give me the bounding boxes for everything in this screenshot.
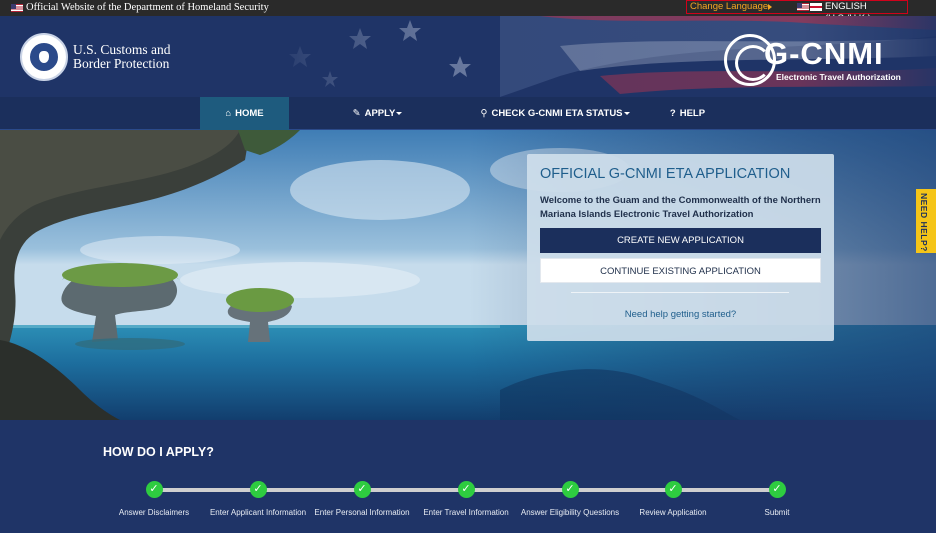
agency-name-line2: Border Protection	[73, 55, 170, 71]
logo-title: G-CNMI	[764, 36, 884, 71]
create-application-button[interactable]: CREATE NEW APPLICATION	[540, 228, 821, 253]
nav-help[interactable]: ? HELP	[655, 97, 720, 130]
step-review-application[interactable]: ✓ Review Application	[623, 481, 723, 519]
cbp-seal-logo[interactable]	[20, 33, 68, 81]
step-label: Enter Applicant Information	[209, 508, 307, 517]
check-circle-icon: ✓	[353, 481, 371, 498]
check-circle-icon: ✓	[768, 481, 786, 498]
nav-check-status[interactable]: ⚲ CHECK G-CNMI ETA STATUS	[470, 97, 640, 130]
nav-help-label: HELP	[679, 108, 706, 119]
step-answer-disclaimers[interactable]: ✓ Answer Disclaimers	[104, 481, 204, 519]
application-card: OFFICIAL G-CNMI ETA APPLICATION Welcome …	[527, 154, 834, 341]
step-label: Answer Eligibility Questions	[520, 508, 620, 517]
caret-down-icon	[623, 111, 630, 115]
nav-home[interactable]: ⌂ HOME	[200, 97, 289, 130]
main-nav: ⌂ HOME ✎ APPLY ⚲ CHECK G-CNMI ETA STATUS ? H…	[0, 97, 936, 130]
need-help-tab[interactable]: NEED HELP?	[916, 189, 936, 253]
how-to-apply-heading: HOW DO I APPLY?	[103, 445, 214, 459]
step-submit[interactable]: ✓ Submit	[727, 481, 827, 519]
nav-check-status-label: CHECK G-CNMI ETA STATUS	[491, 108, 623, 119]
help-getting-started-link[interactable]: Need help getting started?	[540, 309, 821, 320]
welcome-text: Welcome to the Guam and the Commonwealth…	[540, 195, 821, 220]
card-divider	[571, 292, 789, 293]
need-help-label: NEED HELP?	[919, 193, 929, 252]
caret-right-icon	[768, 4, 772, 10]
us-flag-icon	[11, 4, 23, 12]
search-icon: ⚲	[480, 108, 488, 119]
check-circle-icon: ✓	[561, 481, 579, 498]
question-icon: ?	[669, 108, 676, 119]
check-circle-icon: ✓	[145, 481, 163, 498]
step-enter-applicant-information[interactable]: ✓ Enter Applicant Information	[208, 481, 308, 519]
step-label: Enter Travel Information	[423, 508, 509, 517]
agency-name[interactable]: U.S. Customs and Border Protection	[73, 43, 171, 70]
check-circle-icon: ✓	[457, 481, 475, 498]
caret-down-icon	[396, 111, 403, 115]
step-label: Submit	[764, 508, 790, 517]
gcnmi-logo[interactable]: G-CNMI Electronic Travel Authorization	[724, 34, 924, 86]
continue-application-button[interactable]: CONTINUE EXISTING APPLICATION	[540, 258, 821, 283]
site-header: U.S. Customs and Border Protection G-CNM…	[0, 16, 936, 97]
step-label: Enter Personal Information	[314, 508, 410, 517]
pencil-icon: ✎	[352, 108, 361, 119]
nav-apply[interactable]: ✎ APPLY	[335, 97, 420, 130]
step-enter-travel-information[interactable]: ✓ Enter Travel Information	[416, 481, 516, 519]
step-enter-personal-information[interactable]: ✓ Enter Personal Information	[312, 481, 412, 519]
check-circle-icon: ✓	[249, 481, 267, 498]
step-answer-eligibility-questions[interactable]: ✓ Answer Eligibility Questions	[520, 481, 620, 519]
agency-name-line1: U.S. Customs and	[73, 42, 171, 57]
nav-home-label: HOME	[235, 108, 264, 119]
language-selector[interactable]: Change Language ENGLISH (U.S./U.K.)	[686, 0, 908, 24]
home-icon: ⌂	[225, 108, 232, 119]
card-title: OFFICIAL G-CNMI ETA APPLICATION	[540, 166, 791, 182]
logo-subtitle: Electronic Travel Authorization	[776, 72, 901, 82]
nav-apply-label: APPLY	[364, 108, 396, 119]
check-circle-icon: ✓	[664, 481, 682, 498]
official-website-text: Official Website of the Department of Ho…	[26, 2, 269, 13]
change-language-link[interactable]: Change Language	[690, 1, 768, 13]
step-label: Answer Disclaimers	[118, 508, 190, 517]
gov-banner: Official Website of the Department of Ho…	[0, 0, 936, 24]
language-flags-icon	[797, 3, 823, 11]
how-to-apply-section: HOW DO I APPLY? ✓ Answer Disclaimers ✓ E…	[0, 420, 936, 533]
step-label: Review Application	[639, 508, 707, 517]
